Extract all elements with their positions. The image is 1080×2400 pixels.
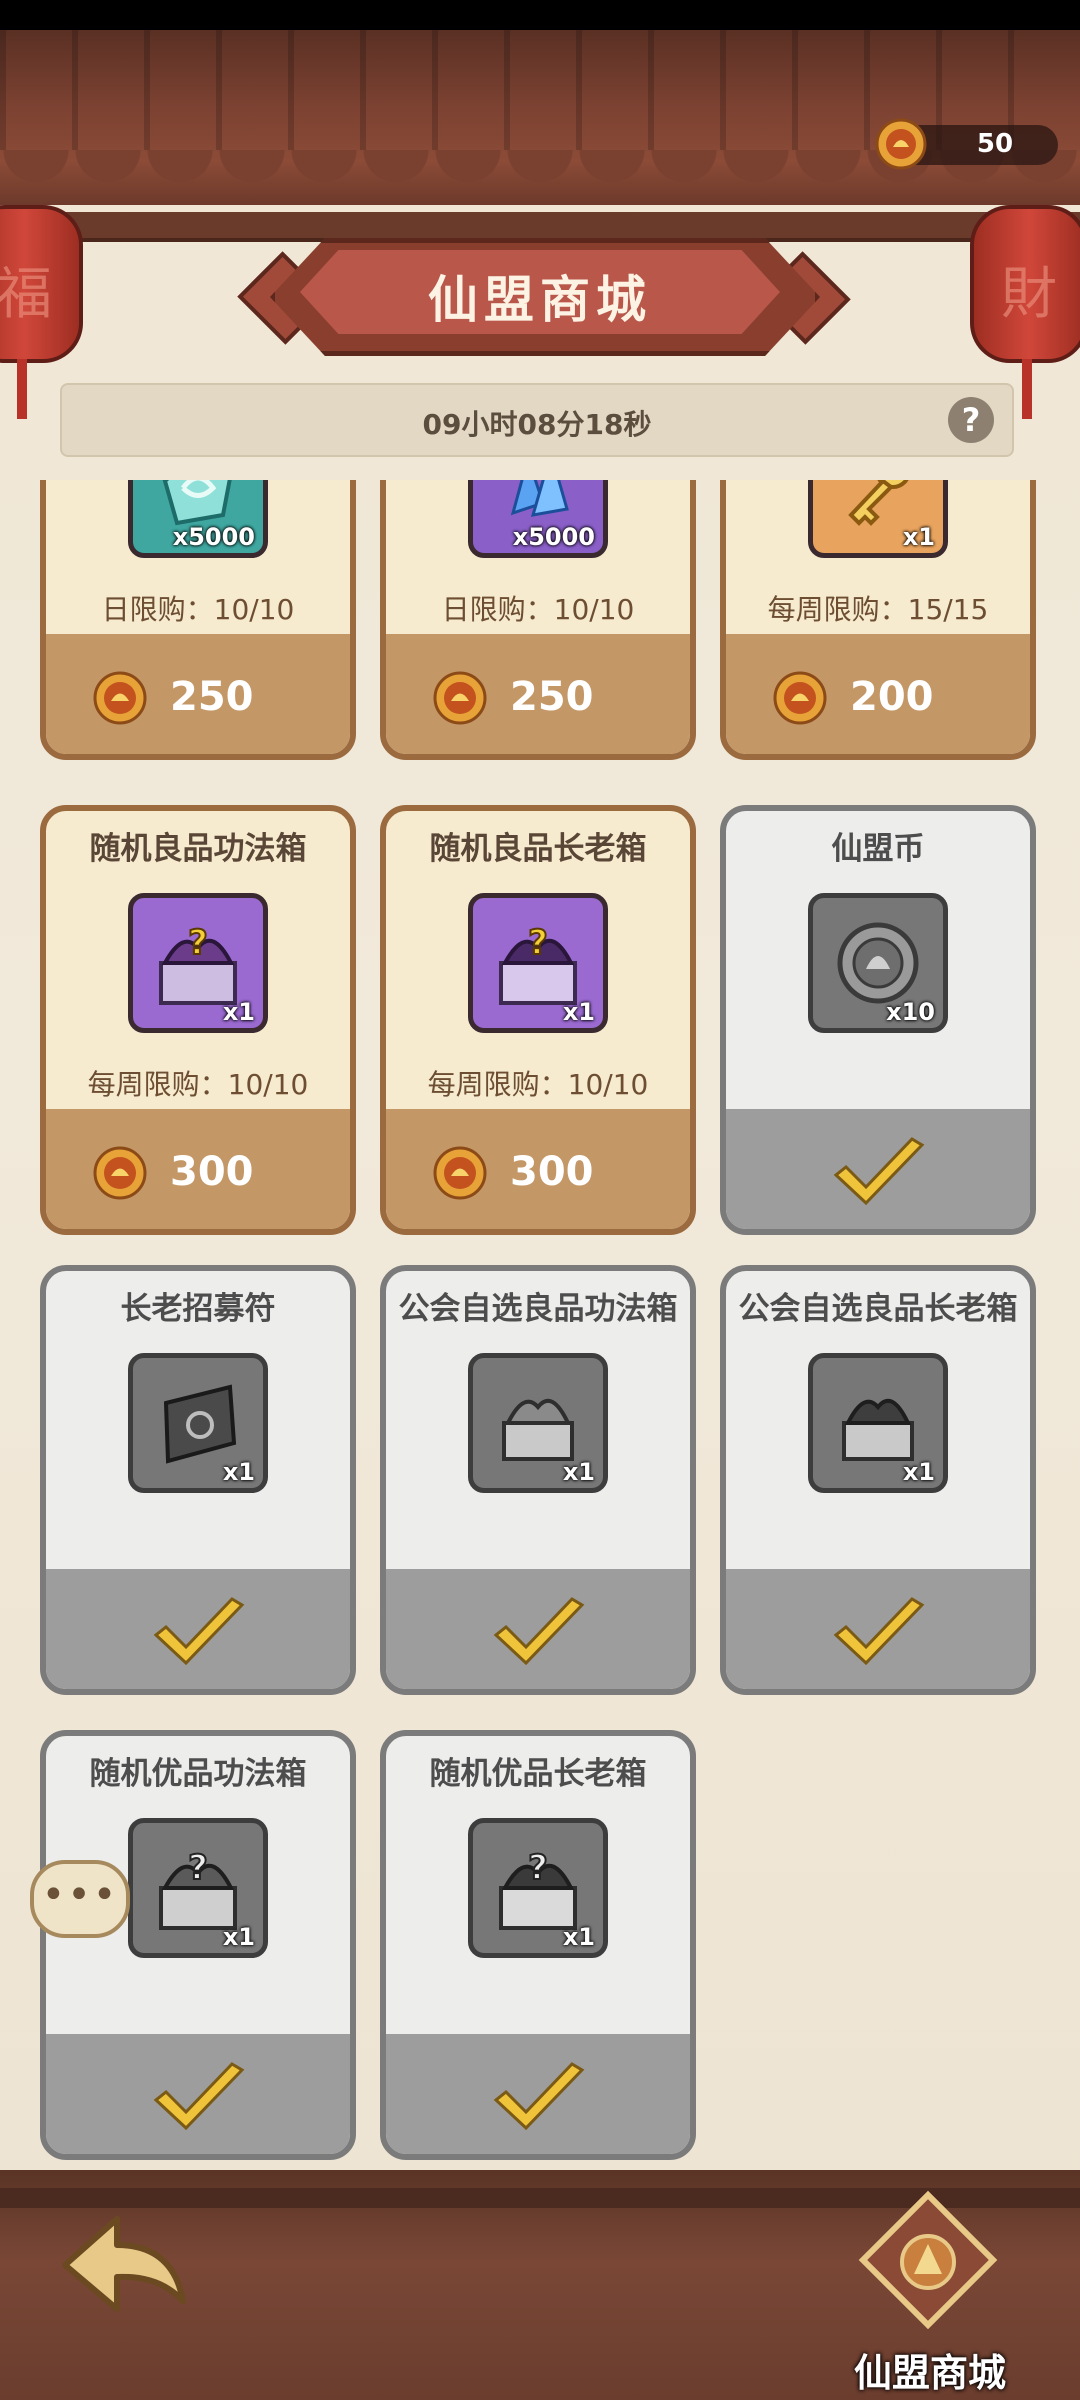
item-name: 随机良品功法箱 bbox=[89, 831, 307, 867]
purchase-limit: 每周限购：15/15 bbox=[767, 593, 989, 626]
shop-item-grid[interactable]: x5000 日限购：10/10 250 x5000 日限购：10/10 250 bbox=[0, 480, 1080, 2160]
item-name: 随机良品长老箱 bbox=[429, 831, 647, 867]
shop-item-card[interactable]: x5000 日限购：10/10 250 bbox=[380, 480, 696, 760]
lantern-tassel bbox=[17, 359, 27, 419]
item-quantity: x1 bbox=[562, 1923, 595, 1951]
guild-shop-tab-label: 仙盟商城 bbox=[853, 2351, 1006, 2395]
purchase-limit: 每周限购：10/10 bbox=[427, 1068, 649, 1101]
item-name: 公会自选良品长老箱 bbox=[738, 1291, 1018, 1327]
item-name: 长老招募符 bbox=[120, 1291, 276, 1327]
shop-item-card[interactable]: 随机良品功法箱 ? x1 每周限购：10/10 300 bbox=[40, 805, 356, 1235]
lantern-left-glyph: 福 bbox=[0, 262, 52, 327]
shop-item-card-sold-out[interactable]: 长老招募符 x1 bbox=[40, 1265, 356, 1695]
guild-coin-balance[interactable]: 50 bbox=[875, 118, 1058, 170]
svg-text:?: ? bbox=[188, 923, 208, 963]
item-quantity: x1 bbox=[902, 1458, 935, 1486]
item-icon-box: ? x1 bbox=[468, 893, 608, 1033]
guild-coin-amount: 50 bbox=[976, 129, 1014, 159]
guild-coin-icon bbox=[433, 1146, 487, 1200]
sold-out-check-icon bbox=[153, 2062, 245, 2131]
item-icon-box: ? x1 bbox=[128, 1818, 268, 1958]
item-quantity: x5000 bbox=[512, 523, 595, 551]
item-icon-box: x1 bbox=[808, 480, 948, 558]
shop-item-card-sold-out[interactable]: 随机优品长老箱 ? x1 bbox=[380, 1730, 696, 2160]
item-quantity: x1 bbox=[902, 523, 935, 551]
item-icon-box: x1 bbox=[468, 1353, 608, 1493]
item-icon-box: x5000 bbox=[468, 480, 608, 558]
sold-out-check-icon bbox=[493, 1597, 585, 1666]
shop-item-card-sold-out[interactable]: 随机优品功法箱 ? x1 bbox=[40, 1730, 356, 2160]
item-icon-box: x1 bbox=[808, 1353, 948, 1493]
status-bar bbox=[0, 0, 1080, 30]
svg-text:?: ? bbox=[528, 1848, 548, 1888]
shop-item-card[interactable]: x1 每周限购：15/15 200 bbox=[720, 480, 1036, 760]
chat-dots-icon: ••• bbox=[41, 1872, 119, 1918]
guild-coin-icon bbox=[773, 671, 827, 725]
guild-shop-screen: 福 財 50 仙盟商城 09小时08分18秒 ? x5000 日限购：10/10… bbox=[0, 0, 1080, 2400]
sold-out-check-icon bbox=[493, 2062, 585, 2131]
purchase-limit: 日限购：10/10 bbox=[441, 593, 635, 626]
guild-coin-icon bbox=[875, 118, 927, 170]
guild-coin-icon bbox=[93, 1146, 147, 1200]
shop-item-card-sold-out[interactable]: 公会自选良品功法箱 x1 bbox=[380, 1265, 696, 1695]
title-plaque: 仙盟商城 bbox=[230, 228, 851, 356]
item-price: 250 bbox=[510, 674, 594, 720]
item-price: 300 bbox=[170, 1149, 254, 1195]
svg-text:?: ? bbox=[188, 1848, 208, 1888]
chat-button[interactable]: ••• bbox=[30, 1860, 130, 1938]
guild-shop-tab[interactable]: 仙盟商城 bbox=[830, 2170, 1030, 2400]
item-price: 250 bbox=[170, 674, 254, 720]
shop-item-card-sold-out[interactable]: 公会自选良品长老箱 x1 bbox=[720, 1265, 1036, 1695]
purchase-limit: 日限购：10/10 bbox=[101, 593, 295, 626]
lantern-right: 財 bbox=[970, 205, 1080, 419]
sold-out-check-icon bbox=[833, 1597, 925, 1666]
lantern-left: 福 bbox=[0, 205, 83, 419]
item-name: 随机优品功法箱 bbox=[89, 1756, 307, 1792]
guild-coin-icon bbox=[93, 671, 147, 725]
item-quantity: x1 bbox=[222, 1458, 255, 1486]
item-icon-box: x5000 bbox=[128, 480, 268, 558]
sold-out-check-icon bbox=[153, 1597, 245, 1666]
shop-item-card[interactable]: 随机良品长老箱 ? x1 每周限购：10/10 300 bbox=[380, 805, 696, 1235]
item-icon-box: x10 bbox=[808, 893, 948, 1033]
shop-item-card[interactable]: x5000 日限购：10/10 250 bbox=[40, 480, 356, 760]
item-quantity: x5000 bbox=[172, 523, 255, 551]
item-name: 公会自选良品功法箱 bbox=[398, 1291, 678, 1327]
item-quantity: x1 bbox=[562, 1458, 595, 1486]
item-icon-box: ? x1 bbox=[128, 893, 268, 1033]
item-name: 仙盟币 bbox=[831, 831, 925, 867]
lantern-right-glyph: 財 bbox=[1001, 262, 1057, 327]
svg-text:?: ? bbox=[528, 923, 548, 963]
item-name: 随机优品长老箱 bbox=[429, 1756, 647, 1792]
guild-shop-emblem-icon bbox=[858, 2190, 998, 2330]
refresh-countdown: 09小时08分18秒 bbox=[422, 408, 652, 441]
sold-out-check-icon bbox=[833, 1137, 925, 1206]
item-quantity: x1 bbox=[222, 1923, 255, 1951]
back-arrow-icon[interactable] bbox=[55, 2205, 195, 2325]
item-icon-box: ? x1 bbox=[468, 1818, 608, 1958]
purchase-limit: 每周限购：10/10 bbox=[87, 1068, 309, 1101]
page-title: 仙盟商城 bbox=[428, 271, 652, 329]
item-icon-box: x1 bbox=[128, 1353, 268, 1493]
item-quantity: x1 bbox=[222, 998, 255, 1026]
shop-item-card-sold-out[interactable]: 仙盟币 x10 bbox=[720, 805, 1036, 1235]
item-price: 200 bbox=[850, 674, 934, 720]
item-quantity: x1 bbox=[562, 998, 595, 1026]
item-quantity: x10 bbox=[886, 998, 935, 1026]
lantern-tassel bbox=[1022, 359, 1032, 419]
guild-coin-icon bbox=[433, 671, 487, 725]
help-icon[interactable]: ? bbox=[948, 397, 994, 443]
refresh-timer-bar: 09小时08分18秒 ? bbox=[60, 383, 1014, 457]
item-price: 300 bbox=[510, 1149, 594, 1195]
